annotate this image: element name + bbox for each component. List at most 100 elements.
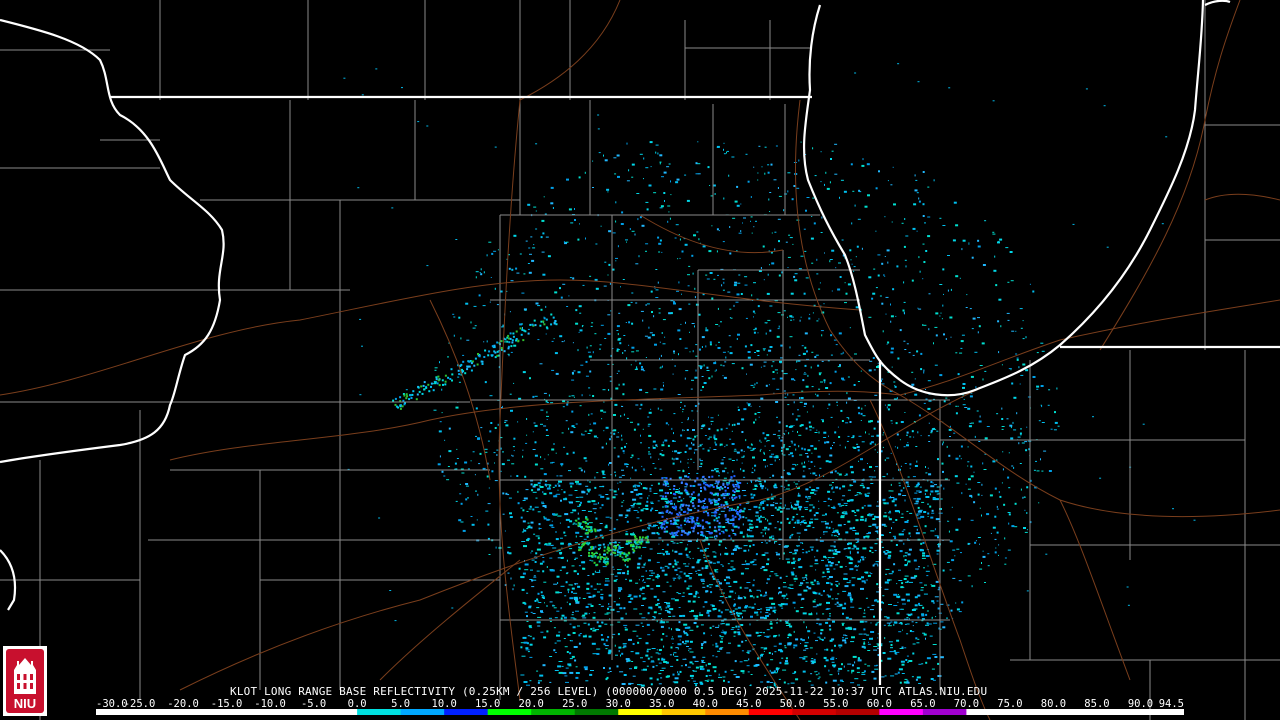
radar-echo bbox=[536, 607, 540, 609]
radar-echo bbox=[874, 668, 879, 670]
radar-echo bbox=[693, 683, 698, 684]
radar-echo bbox=[588, 613, 590, 615]
radar-echo bbox=[731, 509, 734, 511]
radar-echo bbox=[919, 490, 922, 492]
radar-echo bbox=[913, 498, 917, 500]
radar-echo bbox=[649, 423, 652, 425]
radar-echo bbox=[800, 643, 802, 644]
radar-echo bbox=[715, 500, 718, 503]
radar-echo bbox=[750, 405, 752, 407]
radar-echo bbox=[799, 397, 801, 400]
radar-echo bbox=[571, 565, 575, 567]
radar-echo bbox=[849, 568, 854, 571]
radar-echo bbox=[736, 546, 739, 549]
radar-echo bbox=[760, 653, 764, 655]
radar-echo bbox=[509, 516, 513, 518]
radar-echo bbox=[777, 435, 781, 437]
radar-echo bbox=[769, 669, 771, 672]
radar-echo bbox=[542, 232, 545, 235]
radar-echo bbox=[1043, 450, 1047, 452]
radar-echo bbox=[1036, 470, 1040, 472]
radar-echo bbox=[668, 500, 671, 503]
radar-echo bbox=[911, 430, 914, 433]
radar-echo bbox=[671, 636, 673, 638]
radar-echo bbox=[740, 572, 744, 575]
radar-echo bbox=[574, 542, 578, 544]
radar-echo bbox=[809, 429, 812, 431]
radar-echo bbox=[614, 552, 617, 555]
radar-echo bbox=[567, 663, 572, 666]
radar-echo bbox=[793, 567, 796, 569]
radar-echo bbox=[488, 487, 490, 489]
radar-echo bbox=[762, 535, 764, 538]
radar-echo bbox=[754, 383, 756, 386]
radar-echo bbox=[925, 466, 926, 468]
radar-echo bbox=[687, 544, 689, 546]
radar-echo bbox=[622, 647, 625, 649]
radar-echo bbox=[918, 256, 920, 259]
radar-echo bbox=[888, 512, 892, 514]
radar-echo bbox=[793, 481, 795, 483]
radar-echo bbox=[477, 437, 480, 440]
radar-echo bbox=[798, 536, 800, 538]
radar-echo bbox=[536, 598, 539, 601]
radar-echo bbox=[933, 179, 935, 182]
radar-echo bbox=[1041, 350, 1045, 352]
radar-echo bbox=[703, 482, 705, 485]
radar-echo bbox=[874, 394, 878, 396]
radar-echo bbox=[632, 503, 635, 506]
radar-echo bbox=[739, 482, 742, 484]
radar-echo bbox=[549, 601, 553, 603]
radar-echo bbox=[1004, 557, 1007, 559]
radar-echo bbox=[551, 461, 555, 463]
radar-echo bbox=[641, 575, 645, 577]
radar-echo bbox=[741, 650, 744, 652]
radar-echo bbox=[865, 431, 866, 434]
radar-echo bbox=[827, 557, 831, 559]
radar-echo bbox=[831, 531, 835, 533]
radar-echo bbox=[584, 171, 586, 174]
radar-echo bbox=[614, 547, 617, 550]
radar-echo bbox=[714, 526, 717, 529]
radar-echo bbox=[572, 342, 574, 344]
radar-echo bbox=[688, 265, 691, 267]
radar-echo bbox=[616, 373, 618, 374]
radar-echo bbox=[555, 531, 557, 533]
radar-echo bbox=[863, 679, 867, 681]
radar-echo bbox=[614, 173, 617, 175]
radar-echo bbox=[821, 216, 823, 219]
radar-echo bbox=[801, 577, 805, 579]
radar-echo bbox=[865, 535, 870, 538]
radar-echo bbox=[657, 653, 661, 655]
radar-echo bbox=[947, 289, 949, 292]
radar-echo bbox=[923, 593, 928, 595]
radar-echo bbox=[820, 381, 823, 383]
radar-echo bbox=[894, 621, 898, 624]
radar-echo bbox=[524, 602, 527, 605]
radar-echo bbox=[559, 335, 563, 338]
radar-echo bbox=[543, 473, 547, 476]
radar-echo bbox=[823, 431, 827, 434]
radar-echo bbox=[672, 577, 676, 579]
radar-echo bbox=[815, 569, 817, 571]
radar-echo bbox=[895, 544, 898, 546]
radar-echo bbox=[596, 472, 599, 474]
radar-echo bbox=[793, 526, 795, 528]
radar-echo bbox=[811, 663, 815, 665]
radar-echo bbox=[705, 565, 709, 568]
radar-echo bbox=[829, 674, 833, 676]
radar-echo bbox=[665, 505, 668, 508]
radar-echo bbox=[668, 163, 671, 165]
radar-echo bbox=[800, 582, 804, 585]
radar-echo bbox=[624, 517, 627, 518]
radar-echo bbox=[887, 341, 890, 344]
radar-echo bbox=[672, 488, 675, 491]
radar-echo bbox=[666, 552, 670, 555]
radar-echo bbox=[819, 282, 821, 284]
radar-echo bbox=[982, 378, 984, 381]
radar-echo bbox=[526, 511, 529, 512]
radar-echo bbox=[802, 552, 805, 554]
radar-echo bbox=[569, 597, 574, 600]
radar-echo bbox=[699, 500, 702, 503]
radar-echo bbox=[733, 674, 737, 676]
